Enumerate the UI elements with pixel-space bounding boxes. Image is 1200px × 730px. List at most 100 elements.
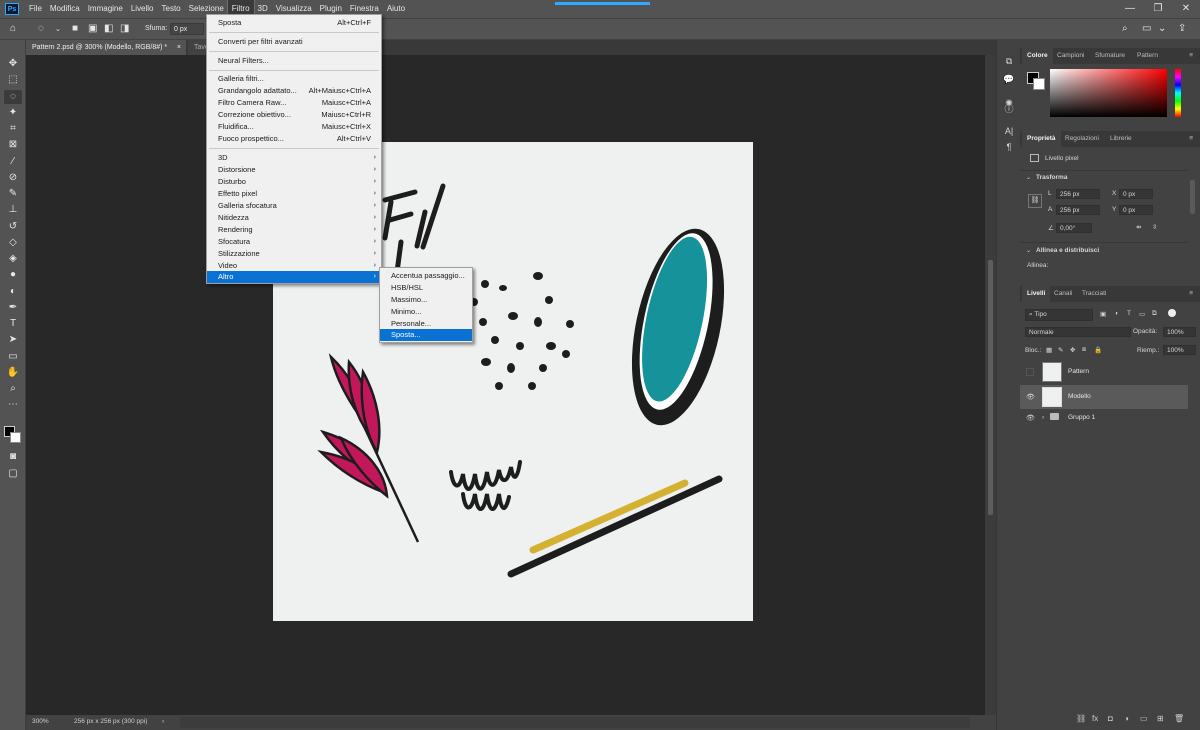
link-layers-icon[interactable]: ⛓ [1076, 714, 1086, 723]
eraser-icon[interactable]: ◇ [4, 236, 22, 250]
minimize-button[interactable]: — [1116, 0, 1144, 18]
menu-item-adaptive-wide-angle[interactable]: Grandangolo adattato... Alt+Maiusc+Ctrl+A [207, 85, 381, 97]
menu-item-altro[interactable]: Altro › [207, 271, 381, 283]
layer-row-pattern[interactable]: Pattern [1020, 360, 1188, 384]
hue-slider[interactable] [1175, 69, 1181, 117]
adjustment-layer-icon[interactable]: ◑ [1124, 714, 1129, 723]
layer-row-modello[interactable]: 👁 Modello [1020, 385, 1188, 409]
tab-sfumature[interactable]: Sfumature [1090, 48, 1130, 64]
submenu-item-accentua-passaggio[interactable]: Accentua passaggio... [380, 270, 472, 282]
tab-regolazioni[interactable]: Regolazioni [1060, 131, 1104, 147]
lasso-tool-icon[interactable]: ◌ [38, 23, 44, 34]
panel-menu-icon[interactable]: ≡ [1184, 131, 1198, 147]
more-tools-icon[interactable]: ⋯ [4, 398, 22, 412]
brush-tool-icon[interactable]: ✎ [4, 187, 22, 201]
y-input[interactable]: 0 px [1119, 205, 1153, 215]
menu-item-distorsione[interactable]: Distorsione › [207, 164, 381, 176]
tab-tracciati[interactable]: Tracciati [1077, 286, 1111, 302]
magic-wand-icon[interactable]: ✦ [4, 106, 22, 120]
new-selection-icon[interactable]: ■ [72, 23, 78, 34]
properties-scroll-thumb[interactable] [1190, 180, 1195, 214]
restore-button[interactable]: ❐ [1144, 0, 1172, 18]
filter-adjustment-icon[interactable]: ◑ [1114, 310, 1118, 317]
x-input[interactable]: 0 px [1119, 189, 1153, 199]
menu-item-vanishing-point[interactable]: Fuoco prospettico... Alt+Ctrl+V [207, 133, 381, 145]
paint-bucket-icon[interactable]: ◈ [4, 252, 22, 266]
subtract-selection-icon[interactable]: ◧ [104, 23, 113, 34]
quick-mask-icon[interactable]: ◙ [4, 450, 22, 464]
marquee-tool-icon[interactable]: ⬚ [4, 73, 22, 87]
intersect-selection-icon[interactable]: ◨ [120, 23, 129, 34]
menu-item-filter-gallery[interactable]: Galleria filtri... [207, 73, 381, 85]
chevron-down-icon[interactable]: ⌄ [55, 25, 61, 33]
zoom-level[interactable]: 300% [32, 718, 49, 725]
search-icon[interactable]: ⌕ [1122, 23, 1128, 34]
screen-mode-icon[interactable]: ▢ [4, 467, 22, 481]
submenu-item-hsb-hsl[interactable]: HSB/HSL [380, 282, 472, 294]
lock-artboard-icon[interactable]: ⧈ [1082, 346, 1086, 354]
link-icon[interactable]: ⛓ [1028, 194, 1042, 208]
character-panel-icon[interactable]: A| [1002, 124, 1016, 138]
menu-item-galleria-sfocatura[interactable]: Galleria sfocatura › [207, 200, 381, 212]
background-swatch[interactable] [1033, 78, 1045, 90]
menu-item-3d[interactable]: 3D › [207, 152, 381, 164]
tab-campioni[interactable]: Campioni [1052, 48, 1089, 64]
history-panel-icon[interactable]: ⧉ [1002, 54, 1016, 68]
tab-proprieta[interactable]: Proprietà [1022, 131, 1061, 147]
horizontal-scrollbar[interactable] [180, 717, 970, 728]
vertical-scrollbar[interactable] [985, 55, 996, 715]
menu-item-sposta-last[interactable]: Sposta Alt+Ctrl+F [207, 17, 381, 29]
flip-vertical-icon[interactable]: ⇳ [1152, 223, 1157, 231]
blur-tool-icon[interactable]: ● [4, 268, 22, 282]
add-mask-icon[interactable]: ◘ [1108, 714, 1113, 723]
filter-smart-icon[interactable]: ⧉ [1152, 310, 1157, 318]
opacity-input[interactable]: 100% [1163, 327, 1196, 337]
angle-input[interactable]: 0,00° [1056, 223, 1092, 233]
dodge-tool-icon[interactable]: ◐ [4, 285, 22, 299]
lock-transparent-icon[interactable]: ▦ [1046, 346, 1052, 354]
menu-testo[interactable]: Testo [158, 0, 185, 18]
panel-menu-icon[interactable]: ≡ [1184, 286, 1198, 302]
lock-position-icon[interactable]: ✥ [1070, 346, 1075, 354]
frame-tool-icon[interactable]: ⊠ [4, 138, 22, 152]
comments-panel-icon[interactable]: 💬 [1002, 72, 1016, 86]
collapse-icon[interactable]: ⌄ [1026, 247, 1031, 254]
menu-aiuto[interactable]: Aiuto [383, 0, 409, 18]
menu-immagine[interactable]: Immagine [84, 0, 127, 18]
status-arrow-icon[interactable]: › [162, 718, 164, 725]
submenu-item-minimo[interactable]: Minimo... [380, 306, 472, 318]
menu-item-rendering[interactable]: Rendering › [207, 224, 381, 236]
path-selection-icon[interactable]: ➤ [4, 333, 22, 347]
lasso-tool-icon[interactable]: ◌ [4, 90, 22, 104]
menu-item-lens-correction[interactable]: Correzione obiettivo... Maiusc+Ctrl+R [207, 109, 381, 121]
new-group-icon[interactable]: ▭ [1140, 714, 1148, 723]
lock-image-icon[interactable]: ✎ [1058, 346, 1063, 354]
width-input[interactable]: 256 px [1056, 189, 1100, 199]
submenu-item-sposta[interactable]: Sposta... [380, 329, 472, 341]
home-icon[interactable]: ⌂ [10, 23, 16, 34]
filter-pixel-icon[interactable]: ▣ [1100, 310, 1106, 318]
history-brush-icon[interactable]: ↺ [4, 220, 22, 234]
fx-icon[interactable]: fx [1092, 714, 1098, 723]
layer-row-gruppo-1[interactable]: 👁 › Gruppo 1 [1020, 409, 1188, 427]
filter-type-icon[interactable]: T [1127, 310, 1131, 317]
document-tab-active[interactable]: Pattern 2.psd @ 300% (Modello, RGB/8#) *… [26, 40, 186, 55]
hand-tool-icon[interactable]: ✋ [4, 366, 22, 380]
height-input[interactable]: 256 px [1056, 205, 1100, 215]
share-icon[interactable]: ⇪ [1178, 23, 1186, 34]
eyedropper-icon[interactable]: ⁄ [4, 155, 22, 169]
healing-brush-icon[interactable]: ⊘ [4, 171, 22, 185]
flip-horizontal-icon[interactable]: ⇹ [1136, 223, 1141, 231]
workspace-icon[interactable]: ▭ [1142, 23, 1151, 34]
color-field[interactable] [1050, 69, 1167, 117]
panel-menu-icon[interactable]: ≡ [1184, 48, 1198, 64]
menu-livello[interactable]: Livello [127, 0, 158, 18]
tab-livelli[interactable]: Livelli [1022, 286, 1051, 302]
menu-item-sfocatura[interactable]: Sfocatura › [207, 236, 381, 248]
new-layer-icon[interactable]: ⊞ [1157, 714, 1164, 723]
collapse-icon[interactable]: ⌄ [1026, 174, 1031, 181]
workspace-chevron-icon[interactable]: ⌄ [1158, 23, 1166, 34]
layer-filter-select[interactable]: ⌕ Tipo [1025, 309, 1093, 321]
move-tool-icon[interactable]: ✥ [4, 57, 22, 71]
fill-input[interactable]: 100% [1163, 345, 1196, 355]
